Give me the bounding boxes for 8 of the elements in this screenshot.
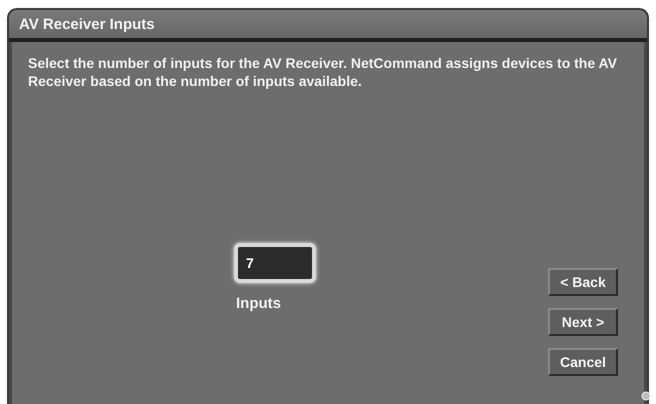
dialog-button[interactable]: < Back: [548, 268, 618, 296]
inputs-label: Inputs: [236, 295, 281, 312]
inputs-field[interactable]: 7: [234, 243, 316, 283]
dialog-button[interactable]: Next >: [548, 308, 618, 336]
window-title: AV Receiver Inputs: [9, 10, 647, 42]
circle-mark-icon: [641, 391, 651, 401]
dialog-button[interactable]: Cancel: [548, 348, 618, 376]
instructions-text: Select the number of inputs for the AV Receiver. NetCommand assigns devices to the AV Receiver based on the number of inputs available.: [28, 54, 618, 90]
